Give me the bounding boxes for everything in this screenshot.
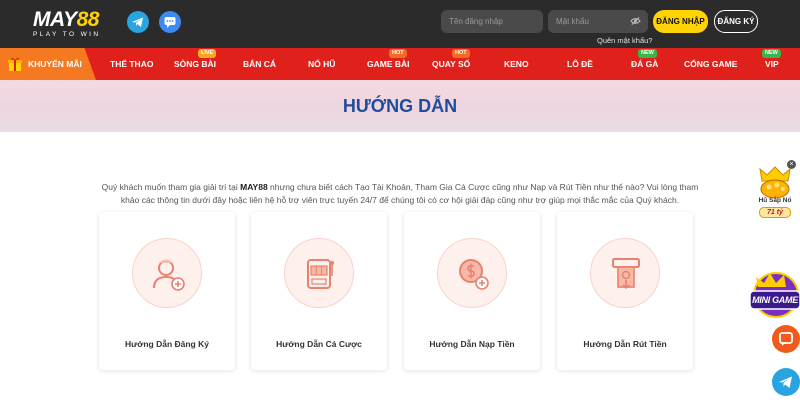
site-logo[interactable]: MAY88 PLAY TO WIN <box>33 8 113 40</box>
nav-item-lo-de[interactable]: LÔ ĐỀ <box>567 59 593 69</box>
main-nav: KHUYẾN MÃI THỂ THAO SÒNG BÀI LIVE BẮN CÁ… <box>0 48 800 80</box>
live-chat-button[interactable] <box>772 325 800 353</box>
telegram-icon <box>779 376 792 388</box>
intro-text-start: Quý khách muốn tham gia giải trí tại <box>101 182 241 192</box>
promo-label: KHUYẾN MÃI <box>28 59 82 69</box>
slot-machine-icon <box>307 259 334 289</box>
nav-item-game-portal[interactable]: CỔNG GAME <box>684 59 737 69</box>
username-input[interactable] <box>441 10 543 33</box>
nav-item-casino[interactable]: SÒNG BÀI <box>174 59 216 69</box>
icon-ring <box>590 238 660 308</box>
nav-item-sports[interactable]: THỂ THAO <box>110 59 153 69</box>
forgot-password-link[interactable]: Quên mật khẩu? <box>597 36 652 45</box>
logo-tagline: PLAY TO WIN <box>33 31 101 38</box>
register-button[interactable]: ĐĂNG KÝ <box>714 10 758 33</box>
nav-item-promotions[interactable]: KHUYẾN MÃI <box>0 48 96 80</box>
telegram-icon[interactable] <box>127 11 149 33</box>
guide-title: Hướng Dẫn Cá Cược <box>276 339 362 349</box>
guide-title: Hướng Dẫn Đăng Ký <box>125 339 209 349</box>
nav-item-keno[interactable]: KENO <box>504 59 529 69</box>
eye-hidden-icon[interactable] <box>630 16 641 26</box>
guide-title: Hướng Dẫn Rút Tiền <box>583 339 667 349</box>
minigame-label: MINI GAME <box>752 295 798 305</box>
nav-item-fishing[interactable]: BẮN CÁ <box>243 59 276 69</box>
guide-card-deposit[interactable]: Hướng Dẫn Nạp Tiền <box>404 212 540 370</box>
user-add-icon <box>153 259 185 291</box>
new-badge: NEW <box>638 49 657 58</box>
icon-ring <box>437 238 507 308</box>
jackpot-label: Hũ Sắp Nổ <box>758 197 792 204</box>
atm-withdraw-icon <box>612 258 640 290</box>
intro-brand: MAY88 <box>240 182 268 192</box>
minigame-widget[interactable]: MINI GAME <box>746 265 800 327</box>
guide-title: Hướng Dẫn Nạp Tiền <box>429 339 515 349</box>
nav-item-vip[interactable]: VIP <box>765 59 779 69</box>
jackpot-value: 71 tỷ <box>759 207 791 218</box>
icon-ring <box>132 238 202 308</box>
nav-item-slots[interactable]: NỔ HŨ <box>308 59 335 69</box>
chat-icon <box>779 332 793 346</box>
nav-item-lottery-spin[interactable]: QUAY SỐ <box>432 59 470 69</box>
page-title: HƯỚNG DẪN <box>342 96 458 116</box>
nav-item-card-games[interactable]: GAME BÀI <box>367 59 410 69</box>
chat-bubble-icon[interactable] <box>159 11 181 33</box>
guide-card-betting[interactable]: Hướng Dẫn Cá Cược <box>251 212 387 370</box>
nav-item-cockfight[interactable]: ĐÁ GÀ <box>631 59 658 69</box>
icon-ring <box>284 238 354 308</box>
logo-text: MAY88 <box>33 8 99 31</box>
jackpot-widget[interactable]: Hũ Sắp Nổ 71 tỷ <box>752 165 798 225</box>
gift-icon <box>8 57 22 71</box>
telegram-float-button[interactable] <box>772 368 800 396</box>
hot-badge: HOT <box>452 49 470 58</box>
guide-card-withdraw[interactable]: Hướng Dẫn Rút Tiền <box>557 212 693 370</box>
login-button[interactable]: ĐĂNG NHẬP <box>653 10 708 33</box>
top-bar: MAY88 PLAY TO WIN Quên mật khẩu? ĐĂNG NH… <box>0 0 800 48</box>
guide-card-register[interactable]: Hướng Dẫn Đăng Ký <box>99 212 235 370</box>
new-badge: NEW <box>762 49 781 58</box>
intro-paragraph: Quý khách muốn tham gia giải trí tại MAY… <box>100 181 700 207</box>
coin-deposit-icon <box>459 259 489 290</box>
live-badge: LIVE <box>198 49 217 58</box>
hot-badge: HOT <box>389 49 407 58</box>
